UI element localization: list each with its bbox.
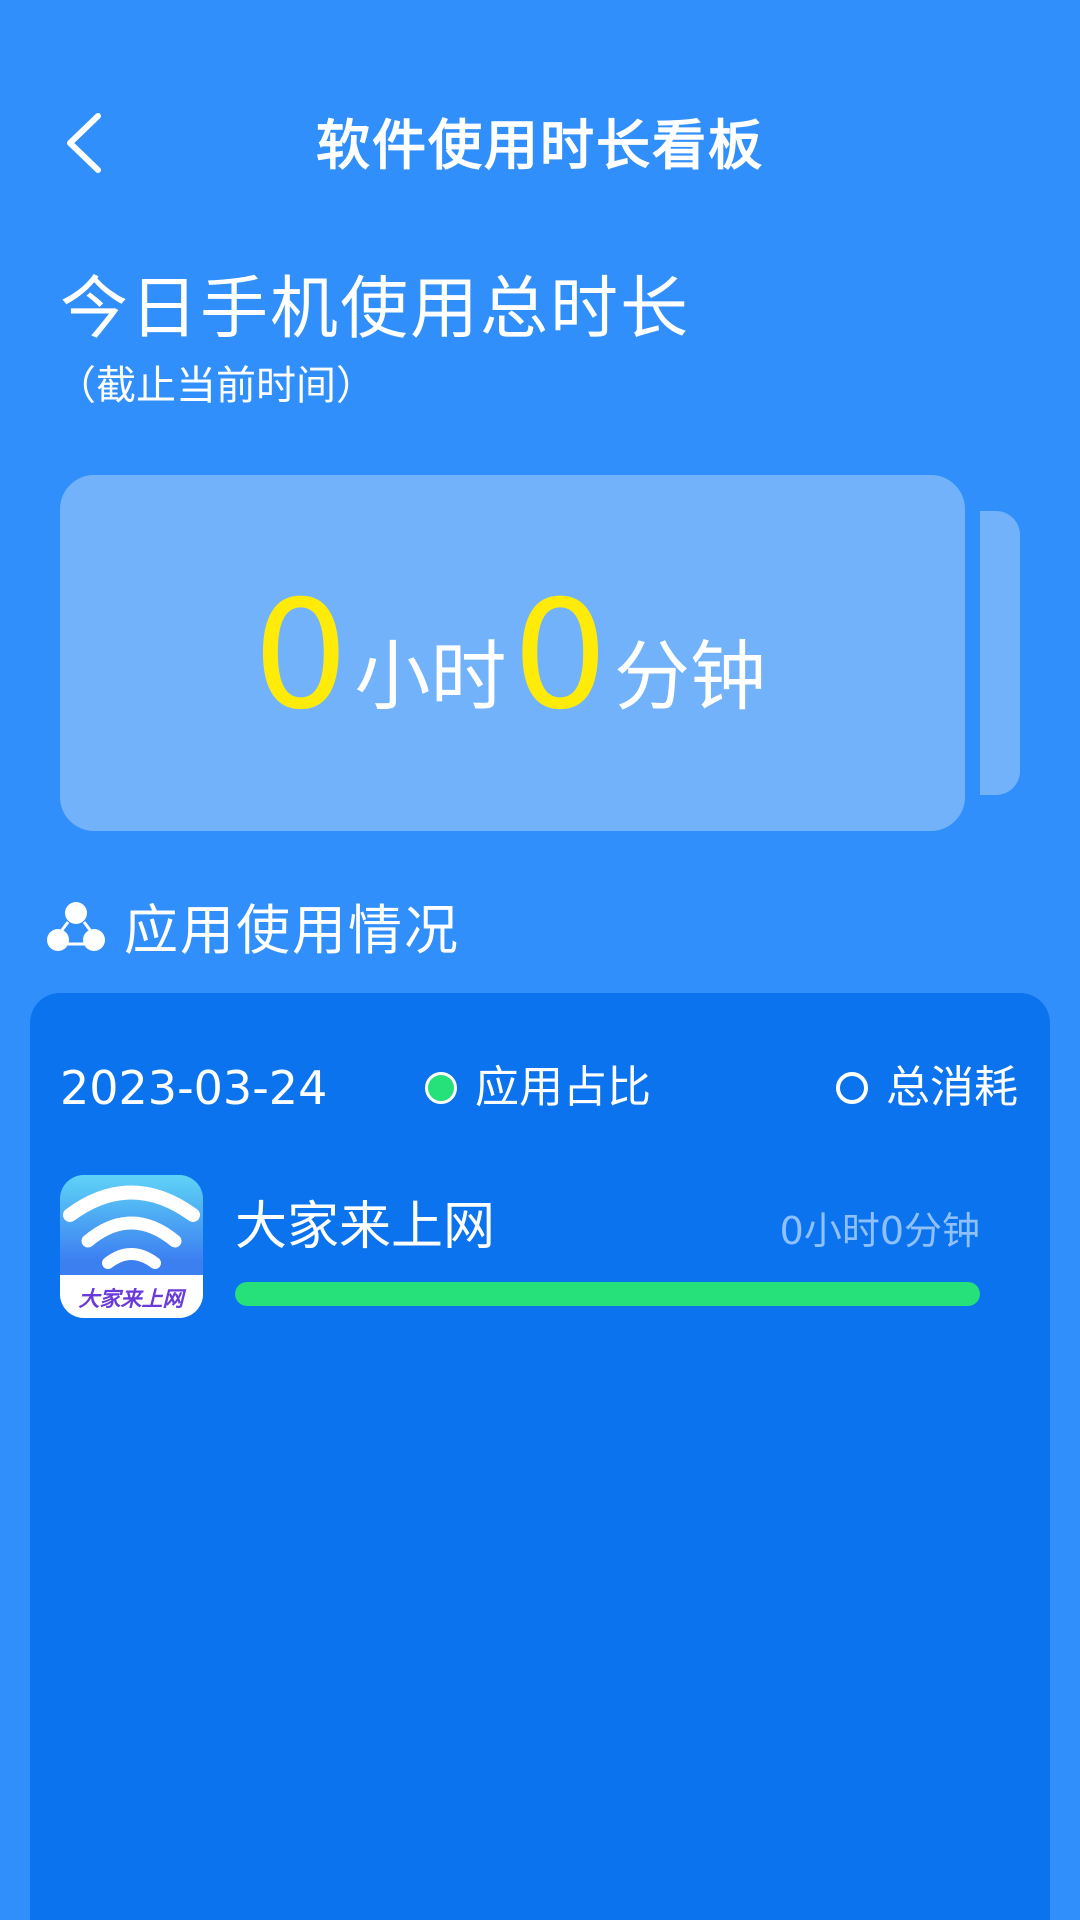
app-usage-row[interactable]: 大家来上网 大家来上网 0小时0分钟 <box>60 1175 980 1320</box>
section-title: 应用使用情况 <box>124 899 460 962</box>
app-usage-bar <box>235 1282 980 1306</box>
page-title: 软件使用时长看板 <box>316 114 764 177</box>
option-label: 总消耗 <box>886 1062 1018 1113</box>
apps-cluster-icon <box>46 900 106 954</box>
app-usage-bar-fill <box>235 1282 980 1306</box>
app-usage-panel <box>30 993 1050 1920</box>
option-app-ratio[interactable]: 应用占比 <box>425 1058 651 1118</box>
minutes-unit: 分钟 <box>613 632 766 721</box>
hours-unit: 小时 <box>354 632 507 721</box>
option-total-consumption[interactable]: 总消耗 <box>836 1058 1018 1118</box>
today-usage-subtitle: （截止当前时间） <box>56 363 376 409</box>
app-usage-time: 0小时0分钟 <box>779 1209 980 1253</box>
total-usage-value: 0 小时 0 分钟 <box>60 475 965 831</box>
today-usage-title: 今日手机使用总时长 <box>60 270 691 349</box>
app-icon-text: 大家来上网 <box>79 1287 187 1311</box>
radio-selected-icon <box>425 1072 457 1104</box>
usage-card-next-peek[interactable] <box>980 511 1020 795</box>
status-bar <box>0 0 1080 12</box>
usage-dashboard-page: 软件使用时长看板 今日手机使用总时长 （截止当前时间） 0 小时 0 分钟 应用… <box>0 0 1080 1920</box>
app-name: 大家来上网 <box>235 1197 496 1257</box>
status-icons <box>720 0 1020 4</box>
minutes-value: 0 <box>512 569 608 743</box>
usage-date: 2023-03-24 <box>60 1061 328 1115</box>
hours-value: 0 <box>253 569 349 743</box>
radio-unselected-icon <box>836 1072 868 1104</box>
app-wifi-icon: 大家来上网 <box>60 1175 203 1318</box>
option-label: 应用占比 <box>475 1062 651 1113</box>
